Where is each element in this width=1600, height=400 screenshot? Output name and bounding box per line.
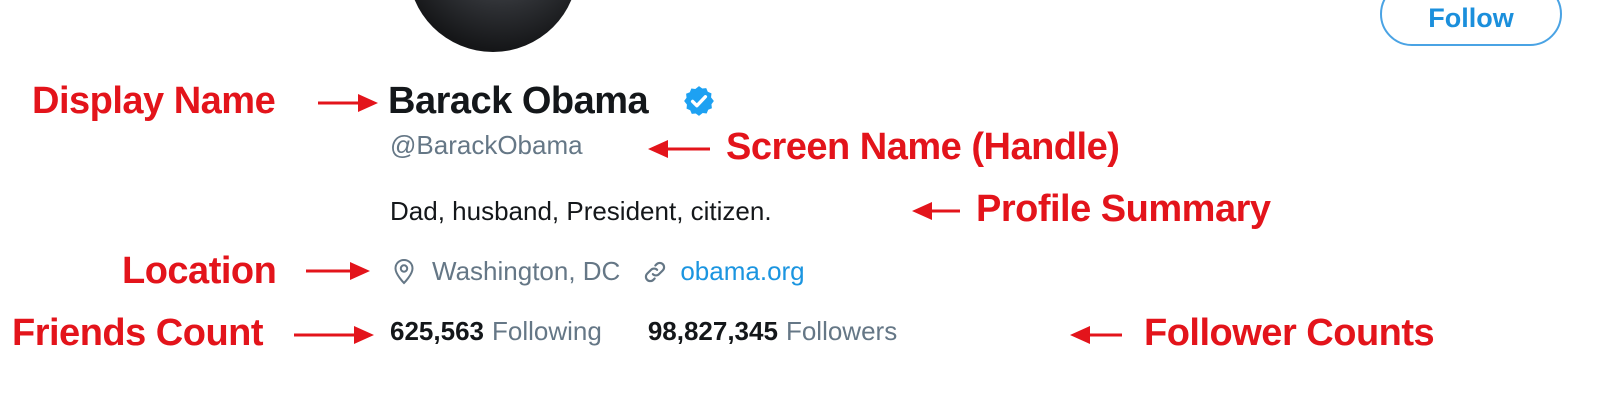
- follow-button-label: Follow: [1428, 3, 1514, 33]
- display-name: Barack Obama: [388, 80, 649, 122]
- followers-label: Followers: [785, 316, 898, 346]
- link-icon: [645, 261, 666, 282]
- follow-button[interactable]: Follow: [1380, 0, 1562, 46]
- following-label: Following: [491, 316, 602, 346]
- screen-name-handle[interactable]: @BarackObama: [390, 130, 583, 161]
- arrow-friends-count-icon: [294, 326, 374, 344]
- annotation-display-name: Display Name: [32, 80, 276, 122]
- followers-stat[interactable]: 98,827,345 Followers: [648, 316, 897, 347]
- profile-summary: Dad, husband, President, citizen.: [390, 196, 772, 226]
- profile-avatar[interactable]: [408, 0, 578, 52]
- profile-meta-row: Washington, DC obama.org: [392, 256, 805, 287]
- verified-badge-icon: [684, 86, 714, 116]
- location-pin-icon: [394, 258, 414, 284]
- arrow-location-icon: [306, 262, 370, 280]
- location-text: Washington, DC: [432, 256, 621, 286]
- annotation-follower-counts: Follower Counts: [1144, 312, 1435, 354]
- profile-stats: 625,563 Following 98,827,345 Followers: [390, 316, 897, 347]
- followers-count: 98,827,345: [647, 316, 778, 346]
- arrow-display-name-icon: [318, 94, 378, 112]
- annotation-friends-count: Friends Count: [12, 312, 264, 354]
- website-link[interactable]: obama.org: [680, 256, 804, 287]
- annotation-location: Location: [122, 250, 277, 292]
- arrow-screen-name-icon: [648, 140, 710, 158]
- annotation-screen-name: Screen Name (Handle): [726, 126, 1120, 168]
- following-count: 625,563: [390, 316, 484, 346]
- arrow-follower-counts-icon: [1070, 326, 1122, 344]
- arrow-profile-summary-icon: [912, 202, 960, 220]
- annotation-profile-summary: Profile Summary: [976, 188, 1271, 230]
- following-stat[interactable]: 625,563 Following: [390, 316, 602, 347]
